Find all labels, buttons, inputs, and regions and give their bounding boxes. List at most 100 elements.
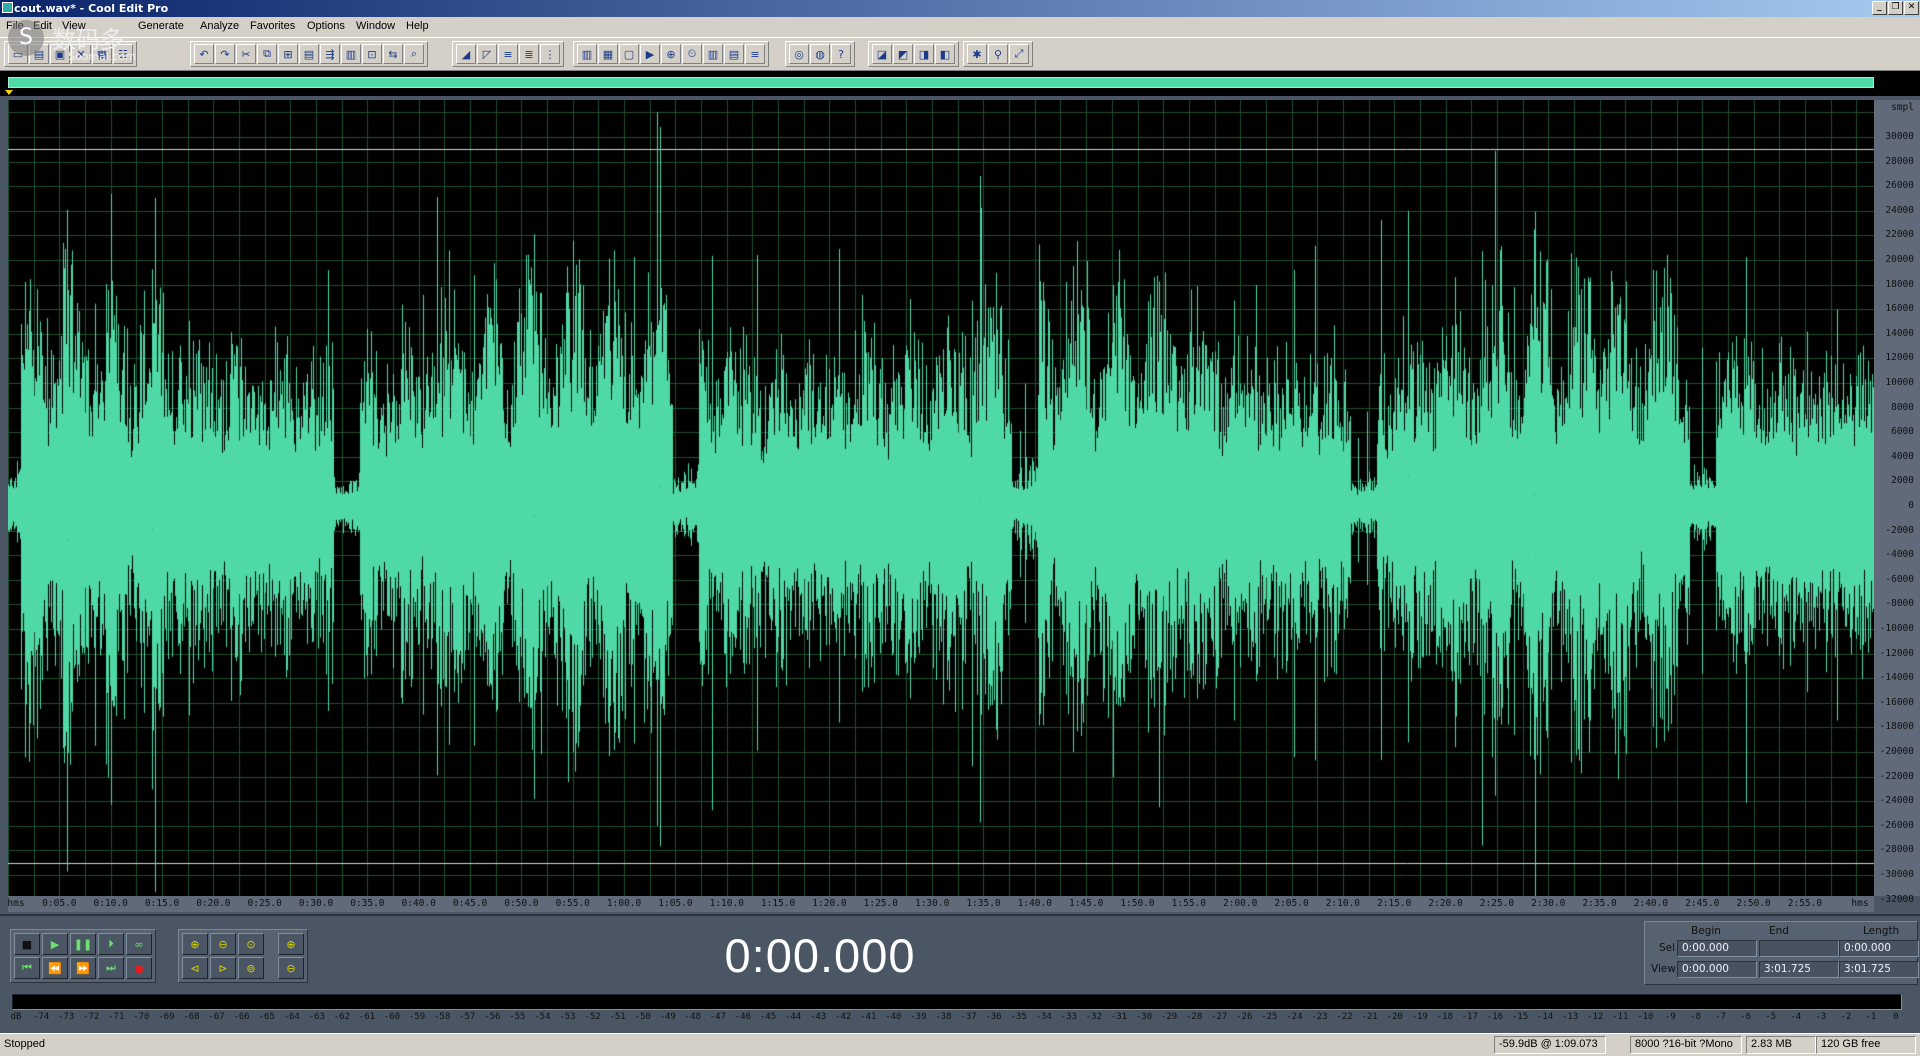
undo-icon[interactable]: ↶: [194, 44, 214, 64]
overview-bar[interactable]: [0, 71, 1920, 96]
paste-mix-icon[interactable]: ⇶: [320, 44, 340, 64]
zoom-icon[interactable]: ⊕: [661, 44, 681, 64]
view-length-field[interactable]: 3:01.725: [1839, 961, 1919, 978]
close-button[interactable]: ✕: [1904, 1, 1919, 15]
new-icon[interactable]: ▭: [8, 44, 28, 64]
sel-length-field[interactable]: 0:00.000: [1839, 940, 1919, 957]
pause-icon[interactable]: ❚❚: [70, 933, 96, 955]
cd-icon[interactable]: ◎: [789, 44, 809, 64]
menu-generate[interactable]: Generate: [138, 20, 184, 32]
time-tick-label: 0:15.0: [144, 898, 180, 909]
amplitude-tick-label: -28000: [1879, 844, 1914, 856]
meter-tick-label: -1: [1865, 1012, 1877, 1022]
menu-favorites[interactable]: Favorites: [250, 20, 295, 32]
menu-edit[interactable]: Edit: [33, 20, 52, 32]
close-icon[interactable]: ✕: [71, 44, 91, 64]
mix-paste-icon[interactable]: ▥: [341, 44, 361, 64]
stop-icon[interactable]: ■: [14, 933, 40, 955]
menu-help[interactable]: Help: [406, 20, 429, 32]
help-icon[interactable]: ?: [831, 44, 851, 64]
zoom-full-icon[interactable]: ⊙: [238, 933, 264, 955]
status-free: 120 GB free: [1816, 1036, 1916, 1054]
meter-tick-label: -18: [1436, 1012, 1453, 1022]
meter-tick-label: -57: [459, 1012, 476, 1022]
grid-icon[interactable]: ▦: [598, 44, 618, 64]
multitrack-icon[interactable]: ◪: [872, 44, 892, 64]
link-icon[interactable]: ⚲: [988, 44, 1008, 64]
loop-icon[interactable]: ∞: [126, 933, 152, 955]
save-as-icon[interactable]: ▦: [92, 44, 112, 64]
sel-begin-field[interactable]: 0:00.000: [1677, 940, 1757, 957]
save-icon[interactable]: ▣: [50, 44, 70, 64]
zoom-in-vertical-icon[interactable]: ⊕: [278, 933, 304, 955]
edit-view-icon[interactable]: ◩: [893, 44, 913, 64]
cd-view-icon[interactable]: ◨: [914, 44, 934, 64]
frame-icon[interactable]: ▢: [619, 44, 639, 64]
spectral-icon[interactable]: ▤: [724, 44, 744, 64]
fast-forward-icon[interactable]: ⏩: [70, 957, 96, 979]
hotkey-icon[interactable]: ⤢: [1009, 44, 1029, 64]
meter-tick-label: -64: [283, 1012, 300, 1022]
meter-tick-label: -14: [1536, 1012, 1554, 1022]
level-meter-bar: [12, 994, 1902, 1010]
zoom-left-icon[interactable]: ⊲: [182, 957, 208, 979]
open-icon[interactable]: ▤: [29, 44, 49, 64]
find-icon[interactable]: ⌕: [404, 44, 424, 64]
waveform-display[interactable]: [8, 100, 1874, 896]
menu-view[interactable]: View: [62, 20, 86, 32]
script-icon[interactable]: ◧: [935, 44, 955, 64]
view-begin-field[interactable]: 0:00.000: [1677, 961, 1757, 978]
copy-new-icon[interactable]: ⊞: [278, 44, 298, 64]
properties-icon[interactable]: ☷: [113, 44, 133, 64]
view-end-field[interactable]: 3:01.725: [1759, 961, 1839, 978]
eq-icon[interactable]: ≡: [498, 44, 518, 64]
meter-tick-label: 0: [1893, 1012, 1899, 1022]
rewind-icon[interactable]: ⏪: [42, 957, 68, 979]
time-tick-label: 2:00.0: [1223, 898, 1258, 909]
amplify-icon[interactable]: ◸: [477, 44, 497, 64]
play-icon[interactable]: ▶: [640, 44, 660, 64]
sel-end-field[interactable]: [1759, 940, 1839, 957]
cut-icon[interactable]: ✂: [236, 44, 256, 64]
play-to-end-icon[interactable]: ⏵: [98, 933, 124, 955]
amplitude-tick-label: 18000: [1885, 278, 1914, 290]
zoom-in-icon[interactable]: ⊕: [182, 933, 208, 955]
dither-icon[interactable]: ✱: [967, 44, 987, 64]
zoom-right-icon[interactable]: ⊳: [210, 957, 236, 979]
copy-icon[interactable]: ⧉: [257, 44, 277, 64]
redo-icon[interactable]: ↷: [215, 44, 235, 64]
time-tick-label: 1:10.0: [709, 898, 744, 909]
menu-file[interactable]: File: [6, 20, 24, 32]
trim-icon[interactable]: ⊡: [362, 44, 382, 64]
envelope-icon[interactable]: ◢: [456, 44, 476, 64]
playhead-marker[interactable]: [5, 90, 13, 95]
paste-icon[interactable]: ▤: [299, 44, 319, 64]
menu-window[interactable]: Window: [356, 20, 395, 32]
toolbar-group-3: ◢ ◸ ≡ ≣ ⋮: [452, 41, 564, 67]
delay-icon[interactable]: ⋮: [540, 44, 560, 64]
convert-icon[interactable]: ⇆: [383, 44, 403, 64]
zoom-selection-icon[interactable]: ⊚: [238, 957, 264, 979]
meter-tick-label: -30: [1135, 1012, 1153, 1022]
zoom-out-icon[interactable]: ⊖: [210, 933, 236, 955]
cue-icon[interactable]: ≡: [745, 44, 765, 64]
meter-icon[interactable]: ▥: [703, 44, 723, 64]
meter-tick-label: -24: [1286, 1012, 1303, 1022]
go-to-end-icon[interactable]: ⏭: [98, 957, 124, 979]
play-icon[interactable]: ▶: [42, 933, 68, 955]
menu-options[interactable]: Options: [307, 20, 345, 32]
time-ruler[interactable]: hms hms 0:05.0 0:10.0 0:15.0 0:20.0 0:25.0 0:…: [7, 896, 1874, 912]
overview-range[interactable]: [8, 77, 1874, 88]
snap-icon[interactable]: ▥: [577, 44, 597, 64]
go-to-start-icon[interactable]: ⏮: [14, 957, 40, 979]
toolbar-group-5: ◎ ◍?: [785, 41, 855, 67]
menu-analyze[interactable]: Analyze: [200, 20, 239, 32]
noise-icon[interactable]: ≣: [519, 44, 539, 64]
restore-button[interactable]: ❐: [1888, 1, 1903, 15]
meter-tick-label: -41: [860, 1012, 877, 1022]
batch-icon[interactable]: ◍: [810, 44, 830, 64]
zoom-out-vertical-icon[interactable]: ⊖: [278, 957, 304, 979]
time-icon[interactable]: ⏲: [682, 44, 702, 64]
record-icon[interactable]: ●: [126, 957, 152, 979]
minimize-button[interactable]: _: [1872, 1, 1887, 15]
